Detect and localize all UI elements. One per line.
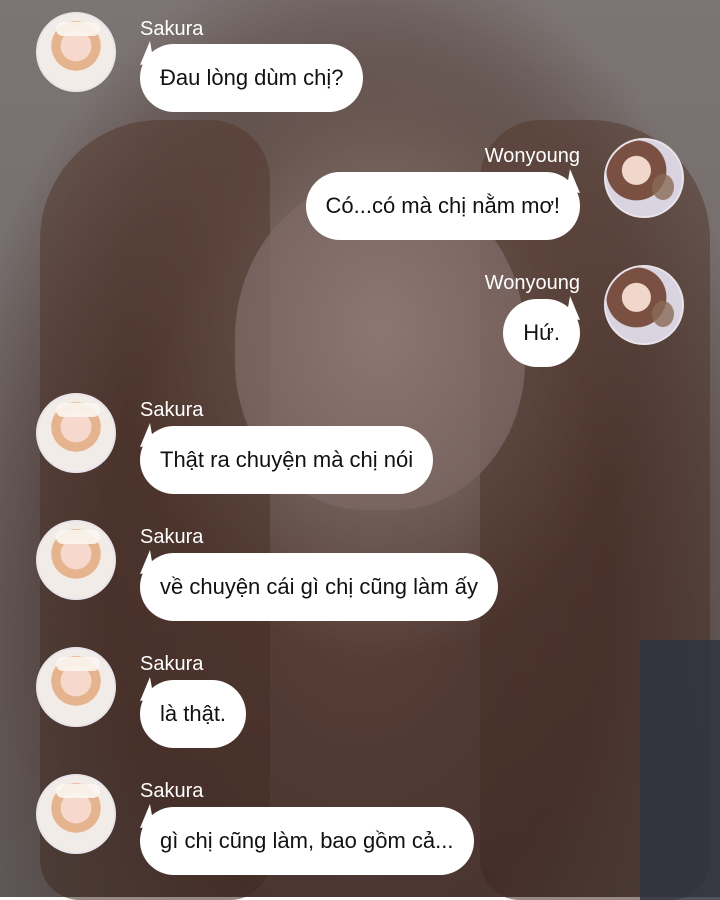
background-sweater: [640, 640, 720, 900]
sender-name: Wonyoung: [484, 145, 580, 167]
sender-name: Sakura: [140, 18, 204, 40]
avatar[interactable]: [36, 12, 116, 92]
sender-name: Sakura: [140, 780, 204, 802]
message-bubble[interactable]: Đau lòng dùm chị?: [140, 44, 364, 112]
message-bubble[interactable]: Thật ra chuyện mà chị nói: [140, 426, 434, 494]
message-bubble[interactable]: Có...có mà chị nằm mơ!: [305, 172, 580, 240]
avatar[interactable]: [36, 774, 116, 854]
message-bubble[interactable]: Hứ.: [503, 299, 580, 367]
sender-name: Sakura: [140, 526, 204, 548]
message-bubble[interactable]: gì chị cũng làm, bao gồm cả...: [140, 807, 474, 875]
avatar[interactable]: [36, 393, 116, 473]
sender-name: Sakura: [140, 399, 204, 421]
avatar[interactable]: [36, 647, 116, 727]
avatar[interactable]: [604, 265, 684, 345]
message-bubble[interactable]: là thật.: [140, 680, 247, 748]
avatar[interactable]: [36, 520, 116, 600]
avatar[interactable]: [604, 138, 684, 218]
sender-name: Wonyoung: [484, 272, 580, 294]
sender-name: Sakura: [140, 653, 204, 675]
message-bubble[interactable]: về chuyện cái gì chị cũng làm ấy: [140, 553, 498, 621]
